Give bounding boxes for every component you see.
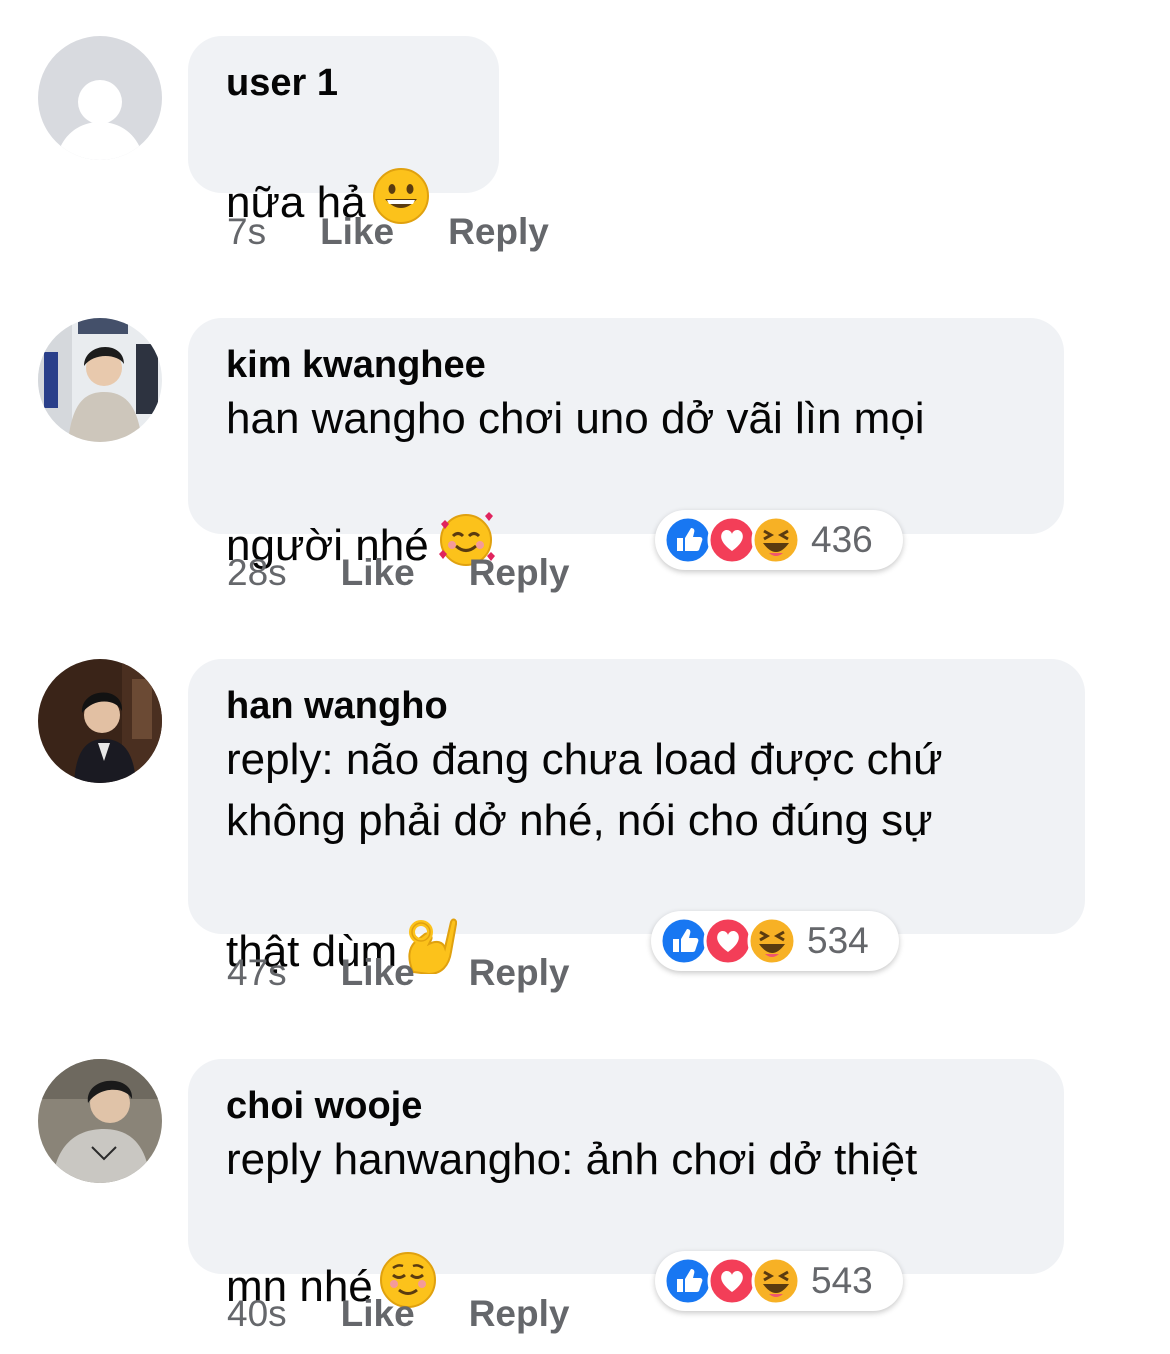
like-icon — [663, 1256, 713, 1306]
comment-author[interactable]: kim kwanghee — [226, 342, 1026, 388]
reply-button[interactable]: Reply — [469, 551, 570, 595]
avatar[interactable] — [38, 1059, 162, 1183]
reply-button[interactable]: Reply — [448, 210, 549, 254]
comment-timestamp: 7s — [227, 211, 267, 252]
comment-bubble[interactable]: user 1 nữa hả — [188, 36, 499, 227]
comment-meta: 28s Like Reply — [227, 551, 569, 595]
reaction-count: 534 — [807, 920, 869, 961]
comment-timestamp: 47s — [227, 952, 287, 993]
reaction-count: 436 — [811, 519, 873, 560]
love-icon — [707, 515, 757, 565]
comment-author[interactable]: user 1 — [226, 60, 461, 106]
like-button[interactable]: Like — [341, 951, 415, 995]
default-avatar-icon — [38, 36, 162, 160]
photo-avatar-icon — [38, 1059, 162, 1183]
photo-avatar-icon — [38, 318, 162, 442]
reaction-count: 543 — [811, 1260, 873, 1301]
haha-icon — [751, 515, 801, 565]
avatar[interactable] — [38, 659, 162, 783]
comment-bubble[interactable]: choi wooje reply hanwangho: ảnh chơi dở … — [188, 1059, 1064, 1311]
photo-avatar-icon — [38, 659, 162, 783]
comment-meta: 40s Like Reply — [227, 1292, 569, 1336]
like-button[interactable]: Like — [341, 551, 415, 595]
like-button[interactable]: Like — [320, 210, 394, 254]
love-icon — [707, 1256, 757, 1306]
haha-icon — [751, 1256, 801, 1306]
comment-author[interactable]: han wangho — [226, 683, 1047, 729]
comment-bubble[interactable]: han wangho reply: não đang chưa load đượ… — [188, 659, 1085, 976]
avatar[interactable] — [38, 318, 162, 442]
reply-button[interactable]: Reply — [469, 951, 570, 995]
like-button[interactable]: Like — [341, 1292, 415, 1336]
comment-timestamp: 40s — [227, 1293, 287, 1334]
reactions-summary[interactable]: 543 — [655, 1251, 903, 1311]
reactions-summary[interactable]: 436 — [655, 510, 903, 570]
like-icon — [659, 916, 709, 966]
reactions-summary[interactable]: 534 — [651, 911, 899, 971]
comment-bubble[interactable]: kim kwanghee han wangho chơi uno dở vãi … — [188, 318, 1064, 570]
comment-meta: 47s Like Reply — [227, 951, 569, 995]
comment-timestamp: 28s — [227, 552, 287, 593]
love-icon — [703, 916, 753, 966]
comment-author[interactable]: choi wooje — [226, 1083, 1026, 1129]
comment-meta: 7s Like Reply — [227, 210, 549, 254]
haha-icon — [747, 916, 797, 966]
avatar[interactable] — [38, 36, 162, 160]
like-icon — [663, 515, 713, 565]
reply-button[interactable]: Reply — [469, 1292, 570, 1336]
